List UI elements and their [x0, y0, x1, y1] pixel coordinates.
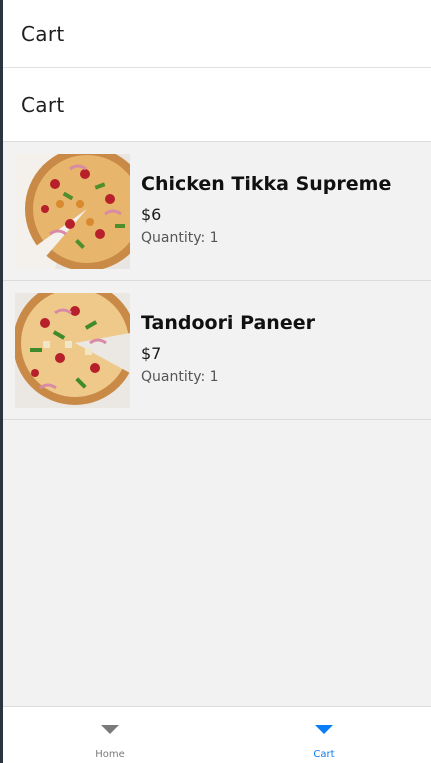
tab-home-label: Home [95, 749, 125, 760]
pizza-image [15, 154, 130, 269]
title-bar: Cart [3, 0, 431, 68]
cart-list: Chicken Tikka Supreme $6 Quantity: 1 Tan… [3, 142, 431, 420]
window-title: Cart [21, 21, 65, 46]
cart-item[interactable]: Chicken Tikka Supreme $6 Quantity: 1 [3, 142, 431, 281]
pizza-image [15, 293, 130, 408]
cart-item-info: Chicken Tikka Supreme $6 Quantity: 1 [141, 154, 391, 246]
item-quantity: Quantity: 1 [141, 230, 219, 246]
item-price: $7 [141, 344, 162, 363]
cart-tab-icon [315, 725, 333, 734]
app-window: Cart Cart Chicken Tikka Supreme $6 Quant… [3, 0, 431, 763]
tab-cart[interactable]: Cart [217, 707, 431, 763]
item-name: Chicken Tikka Supreme [141, 173, 392, 195]
page-header: Cart [3, 68, 431, 142]
item-quantity: Quantity: 1 [141, 369, 219, 385]
home-tab-icon [101, 725, 119, 734]
item-name: Tandoori Paneer [141, 312, 315, 334]
bottom-tab-bar: Home Cart [3, 706, 431, 763]
page-title: Cart [21, 92, 65, 117]
cart-item[interactable]: Tandoori Paneer $7 Quantity: 1 [3, 281, 431, 420]
cart-item-info: Tandoori Paneer $7 Quantity: 1 [141, 293, 315, 385]
item-price: $6 [141, 205, 162, 224]
tab-cart-label: Cart [313, 749, 335, 760]
tab-home[interactable]: Home [3, 707, 217, 763]
